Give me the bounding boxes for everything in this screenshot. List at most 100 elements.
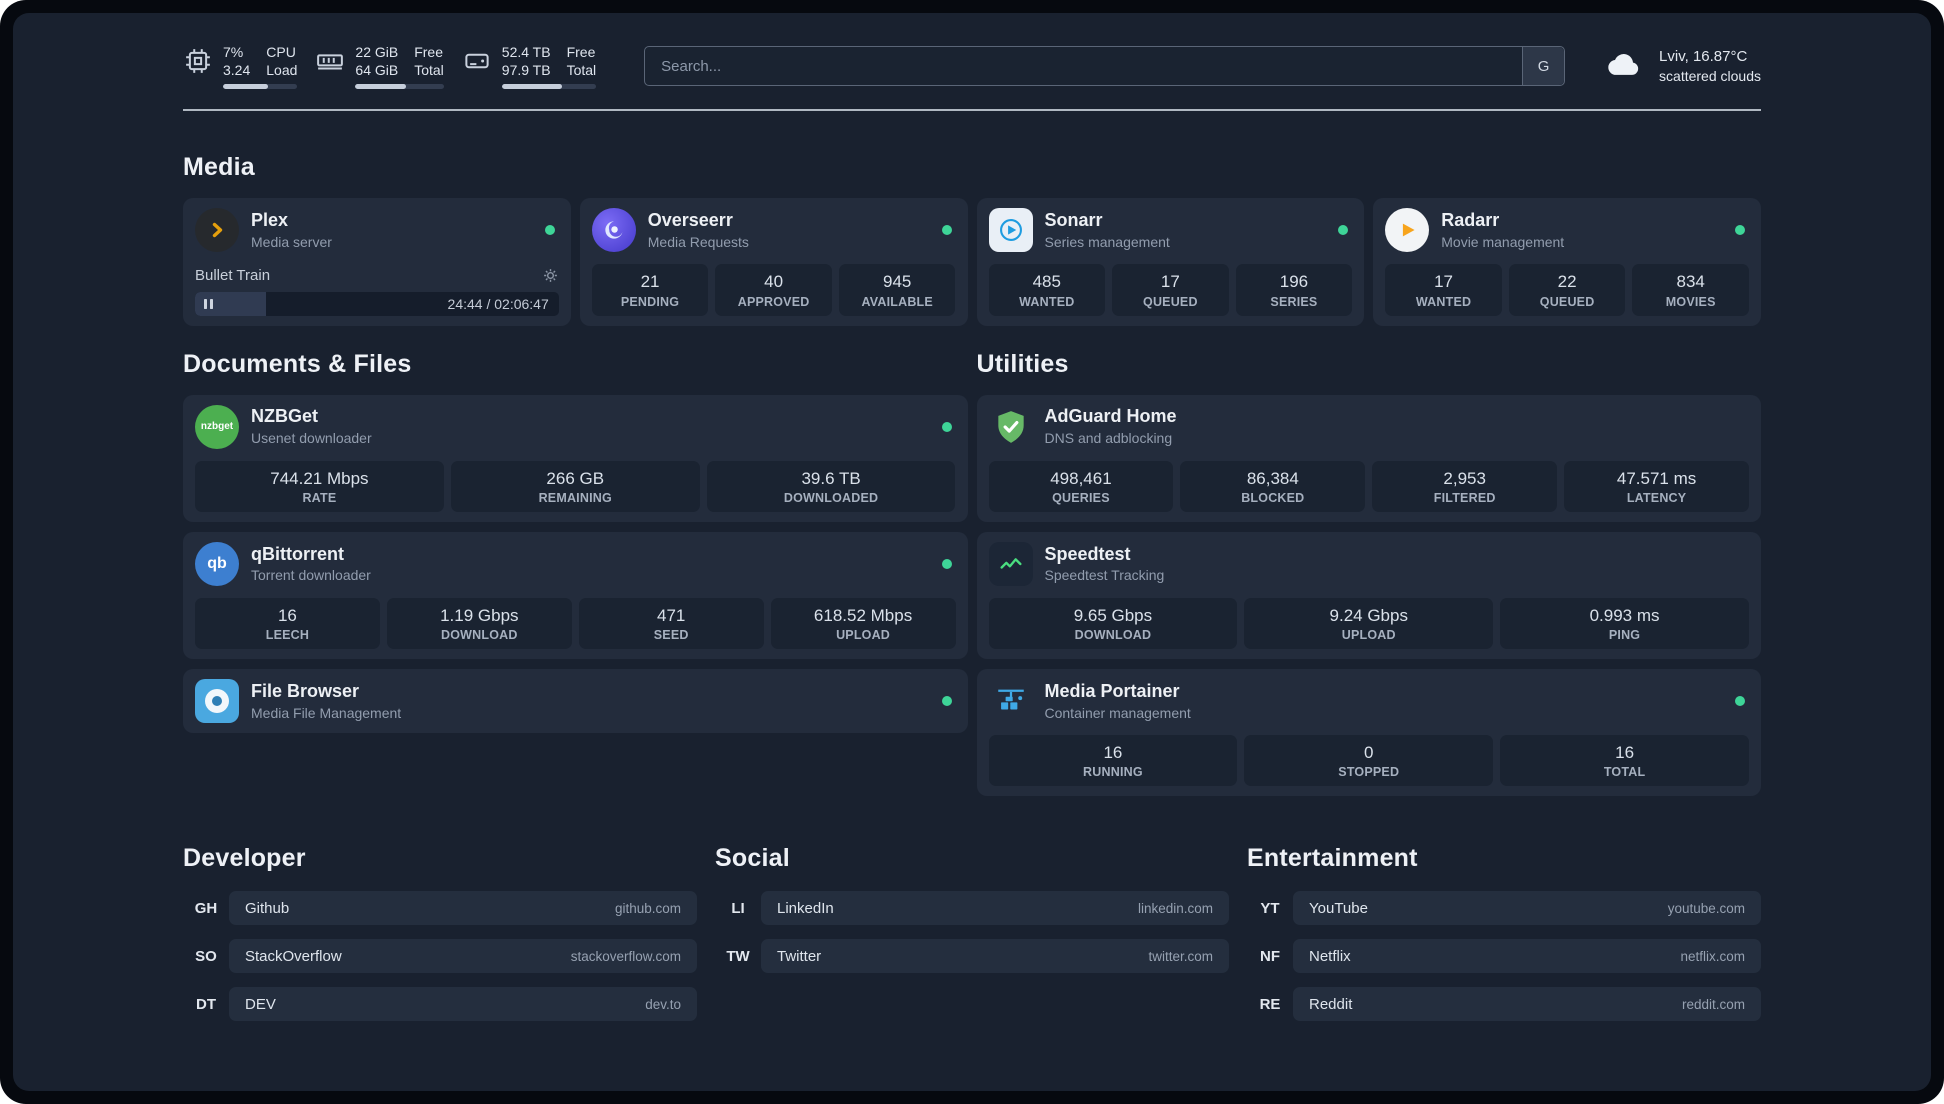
stat-tile: 834 MOVIES — [1632, 264, 1749, 316]
bookmark-netflix[interactable]: NF Netflix netflix.com — [1247, 939, 1761, 974]
bookmark-abbr: YT — [1260, 899, 1280, 917]
status-dot — [1735, 696, 1745, 707]
app-subtitle: Media Requests — [647, 233, 749, 250]
stat-tile: 945 AVAILABLE — [838, 264, 956, 316]
memory-free-value: 22 GiB — [355, 44, 399, 60]
stat-label: TOTAL — [1603, 765, 1646, 780]
stat-value: 485 — [1032, 272, 1061, 292]
stat-tile: 618.52 Mbps UPLOAD — [770, 597, 956, 650]
stat-label: QUEUED — [1539, 294, 1595, 309]
now-playing-title: Bullet Train — [195, 266, 271, 284]
stat-tile: 17 WANTED — [1385, 264, 1502, 316]
stat-value: 0.993 ms — [1589, 605, 1660, 625]
stat-value: 834 — [1676, 272, 1705, 292]
app-name: File Browser — [251, 680, 360, 701]
stat-value: 9.65 Gbps — [1073, 605, 1153, 625]
playback-progress-bar[interactable]: 24:44 / 02:06:47 — [195, 291, 559, 316]
stat-tile: 498,461 QUERIES — [988, 460, 1174, 512]
bookmarks-developer: Developer GH Github github.com SO StackO… — [183, 844, 697, 1035]
stat-tile: 21 PENDING — [591, 264, 709, 316]
bookmark-dev[interactable]: DT DEV dev.to — [183, 987, 697, 1022]
app-name: Overseerr — [647, 210, 733, 231]
stat-label: REMAINING — [538, 490, 612, 505]
status-dot — [941, 558, 952, 569]
bookmark-reddit[interactable]: RE Reddit reddit.com — [1247, 987, 1761, 1022]
app-subtitle: Media server — [251, 233, 332, 250]
stat-tile: 22 QUEUED — [1508, 264, 1626, 316]
pause-icon[interactable] — [203, 292, 214, 316]
stat-value: 196 — [1279, 272, 1309, 292]
stat-value: 39.6 TB — [801, 468, 861, 488]
bookmark-name: Github — [245, 899, 290, 917]
section-title-media: Media — [183, 153, 255, 182]
stat-tile: 9.65 Gbps DOWNLOAD — [988, 597, 1238, 650]
app-card-portainer[interactable]: Media Portainer Container management 16 … — [976, 669, 1761, 797]
bookmark-github[interactable]: GH Github github.com — [183, 891, 697, 926]
stat-label: QUEUED — [1143, 294, 1198, 309]
app-card-adguard[interactable]: AdGuard Home DNS and adblocking 498,461 … — [976, 394, 1761, 522]
stat-label: BLOCKED — [1241, 490, 1305, 505]
stat-value: 0 — [1364, 743, 1374, 763]
section-title-social: Social — [715, 844, 790, 873]
sonarr-icon — [988, 208, 1033, 253]
cpu-label-1: CPU — [266, 44, 296, 60]
app-card-overseerr[interactable]: Overseerr Media Requests 21 PENDING 40 A… — [579, 198, 968, 326]
cpu-label-2: Load — [266, 62, 298, 79]
stat-value: 16 — [1615, 743, 1635, 763]
stats-row: 21 PENDING 40 APPROVED 945 AVAILABLE — [591, 252, 956, 316]
bookmark-url: stackoverflow.com — [570, 948, 681, 964]
stat-label: APPROVED — [737, 294, 810, 309]
disk-progress-bar — [501, 84, 597, 90]
stats-row: 17 WANTED 22 QUEUED 834 MOVIES — [1385, 252, 1749, 316]
app-subtitle: Speedtest Tracking — [1044, 567, 1165, 584]
stat-label: DOWNLOAD — [441, 628, 518, 643]
nzbget-icon-label: nzbget — [200, 421, 234, 433]
memory-progress-bar — [355, 84, 444, 90]
bookmark-twitter[interactable]: TW Twitter twitter.com — [715, 939, 1229, 974]
bookmarks-social: Social LI LinkedIn linkedin.com TW Twitt… — [715, 844, 1229, 1035]
bookmark-abbr: SO — [195, 947, 217, 965]
app-card-speedtest[interactable]: Speedtest Speedtest Tracking 9.65 Gbps D… — [976, 531, 1761, 660]
stat-value: 22 — [1557, 272, 1577, 292]
bookmark-name: DEV — [245, 995, 276, 1013]
app-card-qbittorrent[interactable]: qb qBittorrent Torrent downloader 16 LEE… — [183, 531, 968, 660]
app-card-filebrowser[interactable]: File Browser Media File Management — [183, 669, 968, 734]
app-subtitle: Media File Management — [251, 704, 402, 721]
bookmark-abbr: RE — [1259, 995, 1281, 1013]
stat-label: FILTERED — [1433, 490, 1496, 505]
disk-icon — [462, 46, 492, 76]
cpu-progress-fill — [223, 84, 268, 90]
app-card-nzbget[interactable]: nzbget NZBGet Usenet downloader 744.21 M… — [183, 394, 968, 522]
app-card-plex[interactable]: Plex Media server Bullet Train 24:44 / 0… — [183, 198, 571, 326]
search-input[interactable] — [644, 46, 1566, 87]
status-dot — [1338, 225, 1349, 236]
bookmark-linkedin[interactable]: LI LinkedIn linkedin.com — [715, 891, 1229, 926]
app-subtitle: Movie management — [1441, 233, 1565, 250]
stat-tile: 485 WANTED — [988, 264, 1106, 316]
stat-label: WANTED — [1415, 294, 1472, 309]
app-card-radarr[interactable]: Radarr Movie management 17 WANTED 22 QUE… — [1373, 198, 1761, 326]
qbittorrent-icon: qb — [195, 541, 239, 586]
bookmark-stackoverflow[interactable]: SO StackOverflow stackoverflow.com — [183, 939, 697, 974]
cpu-percent: 7% — [223, 44, 244, 60]
bookmark-name: Netflix — [1309, 947, 1351, 965]
bookmark-abbr: LI — [731, 899, 745, 917]
gear-icon[interactable] — [542, 267, 559, 284]
app-name: Media Portainer — [1044, 680, 1180, 701]
qbittorrent-icon-label: qb — [207, 554, 227, 572]
media-grid: Plex Media server Bullet Train 24:44 / 0… — [183, 198, 1761, 326]
disk-free-value: 52.4 TB — [501, 44, 551, 60]
stat-label: PING — [1608, 628, 1641, 643]
status-dot — [941, 225, 952, 236]
app-card-sonarr[interactable]: Sonarr Series management 485 WANTED 17 Q… — [976, 198, 1365, 326]
search-provider-button[interactable]: G — [1522, 47, 1565, 86]
stat-value: 618.52 Mbps — [813, 605, 913, 625]
window-frame: 7% 3.24 CPU Load 22 GiB 64 GiB Free Tota… — [0, 0, 1944, 1104]
stats-row: 16 RUNNING 0 STOPPED 16 TOTAL — [988, 723, 1750, 787]
stat-value: 498,461 — [1050, 468, 1112, 488]
bookmark-abbr: NF — [1260, 947, 1280, 965]
bookmark-youtube[interactable]: YT YouTube youtube.com — [1247, 891, 1761, 926]
nzbget-icon: nzbget — [195, 404, 239, 449]
stat-tile: 744.21 Mbps RATE — [195, 460, 444, 512]
cloud-icon — [1601, 44, 1647, 89]
